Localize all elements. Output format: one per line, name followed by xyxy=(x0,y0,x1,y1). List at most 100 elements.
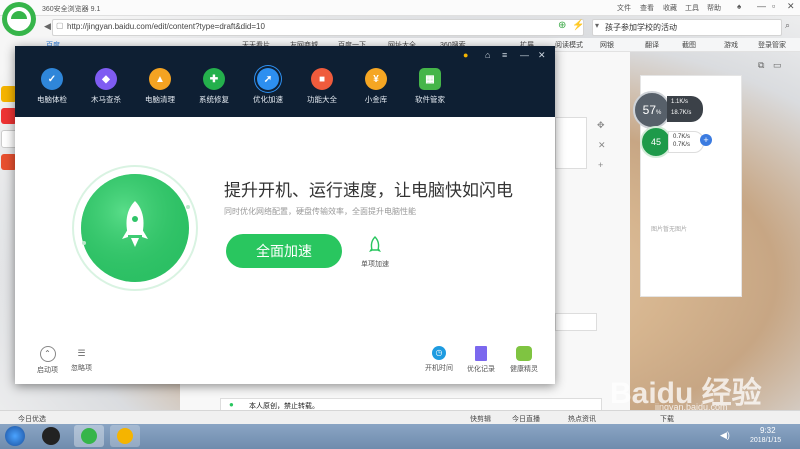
search-engine-icon[interactable]: ▾ xyxy=(595,21,599,30)
status-item[interactable]: 下载 xyxy=(660,414,674,424)
skin-icon[interactable]: ♠ xyxy=(737,2,741,11)
speed-panel-2: 0.7K/s 0.7K/s xyxy=(668,131,704,153)
optimize-history-label: 优化记录 xyxy=(467,366,495,373)
fav-item[interactable]: 截图 xyxy=(682,40,696,50)
page-tool-icon[interactable]: ▭ xyxy=(773,60,782,71)
taskbar-360-guard[interactable] xyxy=(110,425,140,447)
url-text[interactable]: http://jingyan.baidu.com/edit/content?ty… xyxy=(67,22,265,31)
clock-date[interactable]: 2018/1/15 xyxy=(750,437,781,444)
nav-checkup[interactable]: ✓ 电脑体检 xyxy=(25,68,79,105)
broom-icon: ▲ xyxy=(149,68,171,90)
nav-repair[interactable]: ✚ 系统修复 xyxy=(187,68,241,105)
memory-unit: % xyxy=(656,110,662,116)
nav-label: 系统修复 xyxy=(199,95,229,104)
startup-label: 启动项 xyxy=(37,367,58,374)
nav-trojan[interactable]: ◆ 木马查杀 xyxy=(79,68,133,105)
upload-speed-2: 0.7K/s xyxy=(673,134,691,140)
startup-icon: ⌃ xyxy=(39,346,56,362)
software-icon: ▦ xyxy=(419,68,441,90)
health-wizard-button[interactable]: 健康精灵 xyxy=(510,346,538,374)
menu-tools[interactable]: 工具 xyxy=(685,3,699,13)
nav-cleanup[interactable]: ▲ 电脑清理 xyxy=(133,68,187,105)
search-icon[interactable]: ⌕ xyxy=(785,20,790,31)
dialog-subline: 同时优化网络配置，硬盘传输效率，全面提升电脑性能 xyxy=(224,207,416,216)
nav-label: 小金库 xyxy=(364,95,388,104)
menu-file[interactable]: 文件 xyxy=(617,3,631,13)
menu-help[interactable]: 帮助 xyxy=(707,3,721,13)
nav-features[interactable]: ■ 功能大全 xyxy=(295,68,349,105)
optimize-history-button[interactable]: 优化记录 xyxy=(467,346,495,374)
nav-vault[interactable]: ¥ 小金库 xyxy=(349,68,403,105)
clock-time[interactable]: 9:32 xyxy=(760,426,776,435)
status-item[interactable]: 快剪辑 xyxy=(470,414,491,424)
nav-software[interactable]: ▦ 软件管家 xyxy=(403,68,457,105)
image-placeholder-text: 图片暂无图片 xyxy=(651,227,688,233)
upload-speed: 1.1K/s xyxy=(671,99,689,105)
memory-meter[interactable]: 57% xyxy=(633,91,671,129)
page-tool-icon[interactable]: ⧉ xyxy=(758,60,764,71)
search-box[interactable]: ▾ 孩子参加学校的活动 xyxy=(592,19,782,36)
fav-item[interactable]: 阅读模式 xyxy=(555,40,583,50)
move-icon[interactable]: ✥ xyxy=(597,120,605,131)
fav-item[interactable]: 登录管家 xyxy=(758,40,786,50)
startup-items-button[interactable]: ⌃ 启动项 xyxy=(37,346,58,375)
minimize-icon[interactable]: — xyxy=(757,1,766,11)
ignored-label: 忽略项 xyxy=(71,365,92,372)
status-item[interactable]: 热点资讯 xyxy=(568,414,596,424)
minimize-icon[interactable]: — xyxy=(520,50,529,60)
maximize-icon[interactable]: ▫ xyxy=(772,1,775,11)
editor-field[interactable] xyxy=(555,313,597,331)
menu-favorites[interactable]: 收藏 xyxy=(663,3,677,13)
editor-side-box xyxy=(555,117,587,169)
boot-time-button[interactable]: ◷ 开机时间 xyxy=(425,346,453,373)
medal-icon[interactable]: ● xyxy=(463,50,468,60)
stopwatch-icon: ◷ xyxy=(432,346,446,360)
single-speedup-label[interactable]: 单项加速 xyxy=(361,259,389,269)
page-icon: ▢ xyxy=(56,21,64,30)
close-icon[interactable]: ✕ xyxy=(787,1,795,12)
skin-icon[interactable]: ⌂ xyxy=(485,50,490,60)
nav-label: 优化加速 xyxy=(253,95,283,104)
browser-status-bar: 今日优选 快剪辑 今日直播 热点资讯 下载 xyxy=(0,410,800,425)
shield-icon: ✚ xyxy=(203,68,225,90)
guard-taskbar-icon xyxy=(117,428,133,444)
grid-icon: ■ xyxy=(311,68,333,90)
nav-speedup[interactable]: ➚ 优化加速 xyxy=(241,68,295,105)
add-icon[interactable]: + xyxy=(598,160,603,170)
speed-boost-icon[interactable]: + xyxy=(700,134,712,146)
windows-taskbar: ◀) 9:32 2018/1/15 xyxy=(0,424,800,449)
volume-icon[interactable]: ◀) xyxy=(720,430,730,441)
ignored-items-button[interactable]: ☰ 忽略项 xyxy=(71,346,92,373)
qq-icon[interactable] xyxy=(42,427,60,445)
memory-percent: 57 xyxy=(642,103,656,117)
close-icon[interactable]: ✕ xyxy=(538,50,546,61)
trojan-icon: ◆ xyxy=(95,68,117,90)
back-icon[interactable]: ◀ xyxy=(44,21,51,32)
delete-icon[interactable]: ✕ xyxy=(598,140,606,151)
full-speedup-button[interactable]: 全面加速 xyxy=(226,234,342,268)
address-bar[interactable]: ▢ http://jingyan.baidu.com/edit/content?… xyxy=(52,19,584,36)
fav-item[interactable]: 翻译 xyxy=(645,40,659,50)
fav-item[interactable]: 游戏 xyxy=(724,40,738,50)
taskbar-360-browser[interactable] xyxy=(74,425,104,447)
status-item[interactable]: 今日直播 xyxy=(512,414,540,424)
health-wizard-label: 健康精灵 xyxy=(510,366,538,373)
fav-item[interactable]: 网银 xyxy=(600,40,614,50)
search-input[interactable]: 孩子参加学校的活动 xyxy=(605,22,677,33)
nav-label: 木马查杀 xyxy=(91,95,121,104)
browser-title-bar: 360安全浏览器 9.1 文件 查看 收藏 工具 帮助 ♠ — ▫ ✕ xyxy=(0,0,800,16)
status-today[interactable]: 今日优选 xyxy=(18,414,46,424)
menu-view[interactable]: 查看 xyxy=(640,3,654,13)
browser-taskbar-icon xyxy=(81,428,97,444)
nav-label: 电脑体检 xyxy=(37,95,67,104)
menu-icon[interactable]: ≡ xyxy=(502,50,507,60)
start-button-icon[interactable] xyxy=(5,426,25,446)
list-icon: ☰ xyxy=(77,348,86,358)
browser-title: 360安全浏览器 9.1 xyxy=(42,6,101,13)
speedup-rocket-icon xyxy=(72,165,198,291)
secure-icon[interactable]: ⊕ xyxy=(558,20,566,31)
dialog-headline: 提升开机、运行速度，让电脑快如闪电 xyxy=(224,181,513,200)
download-speed: 18.7K/s xyxy=(671,110,692,116)
lightning-icon[interactable]: ⚡ xyxy=(572,20,584,31)
single-speedup-icon[interactable] xyxy=(367,236,383,256)
